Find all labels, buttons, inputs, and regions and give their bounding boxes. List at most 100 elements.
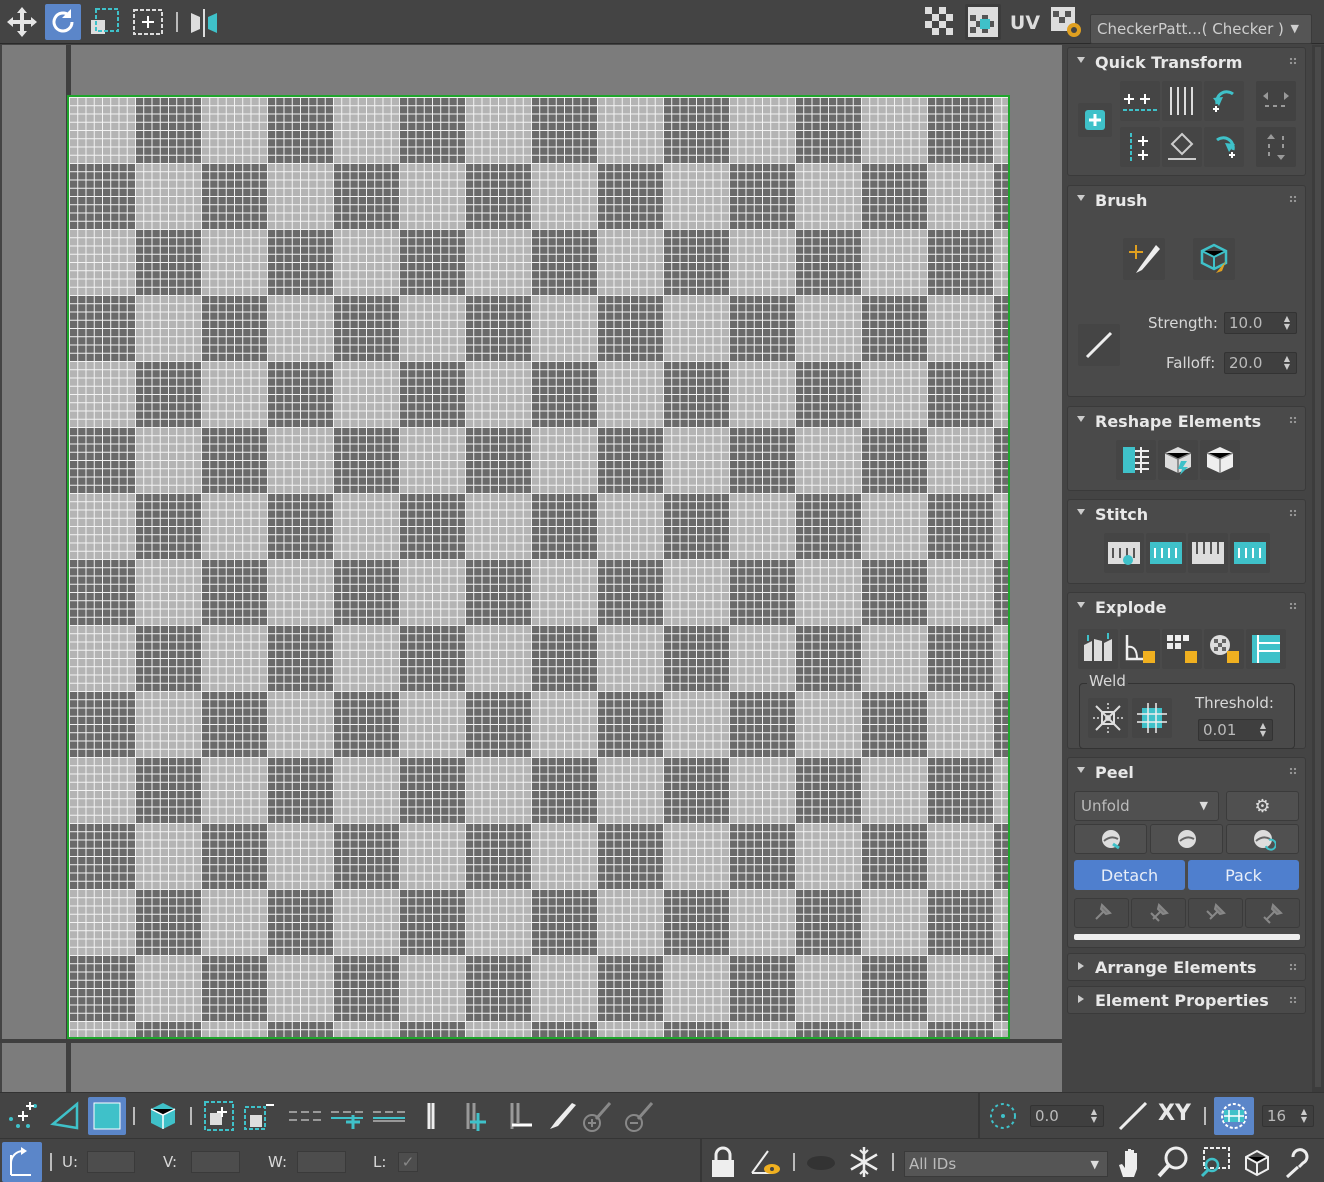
rollout-header[interactable]: Explode (1068, 593, 1305, 623)
rotation-snap-icon[interactable] (984, 1097, 1022, 1135)
zoom-icon[interactable] (1154, 1142, 1192, 1182)
rollout-header[interactable]: Element Properties (1068, 987, 1305, 1017)
spinner-arrows-icon[interactable]: ▲ ▼ (1091, 1108, 1097, 1124)
show-hidden-icon[interactable] (746, 1142, 784, 1182)
stitch-to-source-icon[interactable] (1230, 533, 1270, 573)
split-by-angle-icon[interactable] (1120, 629, 1160, 669)
unfold-shape-icon[interactable] (1200, 440, 1240, 480)
falloff-spinner[interactable]: 20.0 ▲ ▼ (1224, 352, 1297, 374)
u-coordinate-field[interactable] (87, 1151, 135, 1173)
relax-icon[interactable] (1158, 440, 1198, 480)
grow-selection-icon[interactable] (200, 1097, 238, 1135)
shrink-ring-icon[interactable] (500, 1097, 538, 1135)
rollout-header[interactable]: Brush (1068, 186, 1305, 216)
threshold-spinner[interactable]: 0.01 ▲ ▼ (1198, 719, 1273, 741)
space-evenly-icon[interactable] (1162, 127, 1202, 167)
element-mode-icon[interactable] (144, 1097, 182, 1135)
relax-brush-icon[interactable] (1193, 238, 1235, 280)
edge-loop-icon[interactable] (286, 1097, 324, 1135)
flatten-by-smoothing-icon[interactable] (1246, 629, 1286, 669)
pack-button[interactable]: Pack (1188, 860, 1299, 890)
grid-snap-icon[interactable] (1214, 1097, 1254, 1135)
drag-grip-icon[interactable] (1289, 195, 1297, 203)
map-settings-icon[interactable] (1048, 4, 1084, 40)
align-horizontal-icon[interactable] (1120, 81, 1160, 121)
rotate-ccw-icon[interactable] (1204, 81, 1244, 121)
stitch-to-target-icon[interactable] (1146, 533, 1186, 573)
face-mode-icon[interactable] (88, 1097, 126, 1135)
drag-grip-icon[interactable] (1289, 602, 1297, 610)
lock-icon[interactable] (704, 1142, 742, 1182)
peel-mode-button[interactable] (1150, 824, 1223, 854)
weld-all-icon[interactable] (1132, 698, 1172, 738)
align-vertical-icon[interactable] (1162, 81, 1202, 121)
mirror-tool-icon[interactable] (186, 4, 222, 40)
rollout-element-properties[interactable]: Element Properties (1067, 986, 1306, 1014)
w-coordinate-field[interactable] (297, 1151, 346, 1173)
rollout-header[interactable]: Peel (1068, 758, 1305, 788)
uv-toggle-button[interactable]: UV (1008, 8, 1042, 38)
peel-settings-button[interactable]: ⚙ (1226, 791, 1299, 821)
peel-method-dropdown[interactable]: Unfold ▼ (1074, 791, 1219, 821)
flip-horizontal-icon[interactable] (1256, 81, 1296, 121)
grid-spinner[interactable]: 16 ▲ ▼ (1262, 1105, 1314, 1127)
unpin-button[interactable] (1131, 898, 1186, 928)
rotate-tool-icon[interactable] (45, 4, 81, 40)
hide-icon[interactable] (802, 1142, 840, 1182)
rollout-header[interactable]: Stitch (1068, 500, 1305, 530)
quick-peel-button[interactable] (1074, 824, 1147, 854)
spinner-arrows-icon[interactable]: ▲ ▼ (1301, 1108, 1307, 1124)
absolute-mode-icon[interactable] (1114, 1097, 1152, 1135)
shrink-selection-icon[interactable] (240, 1097, 278, 1135)
rotate-cw-icon[interactable] (1204, 127, 1244, 167)
v-coordinate-field[interactable] (191, 1151, 240, 1173)
align-to-edge-icon[interactable] (1120, 127, 1160, 167)
drag-grip-icon[interactable] (1289, 57, 1297, 65)
split-by-material-icon[interactable] (1204, 629, 1244, 669)
drag-grip-icon[interactable] (1289, 416, 1297, 424)
zoom-region-icon[interactable] (1196, 1142, 1234, 1182)
drag-grip-icon[interactable] (1289, 509, 1297, 517)
map-dropdown[interactable]: CheckerPatt...( Checker ) ▼ (1090, 14, 1312, 44)
edge-ring-icon[interactable] (412, 1097, 450, 1135)
spinner-arrows-icon[interactable]: ▲ ▼ (1284, 315, 1290, 331)
strength-spinner[interactable]: 10.0 ▲ ▼ (1224, 312, 1297, 334)
uv-checker-map[interactable] (67, 95, 1010, 1039)
grow-ring-icon[interactable] (456, 1097, 494, 1135)
edge-mode-icon[interactable] (46, 1097, 84, 1135)
falloff-curve-icon[interactable] (1078, 324, 1120, 366)
move-tool-icon[interactable] (4, 4, 40, 40)
grow-loop-icon[interactable] (328, 1097, 366, 1135)
stitch-custom-icon[interactable] (1104, 533, 1144, 573)
pan-hand-icon[interactable] (1112, 1142, 1150, 1182)
rollout-header[interactable]: Quick Transform (1068, 48, 1305, 78)
flip-vertical-icon[interactable] (1256, 127, 1296, 167)
transform-gizmo-icon[interactable] (2, 1142, 42, 1182)
xy-axis-toggle[interactable]: XY (1158, 1101, 1191, 1126)
rollout-header[interactable]: Reshape Elements (1068, 407, 1305, 437)
scrollbar-thumb[interactable] (1315, 47, 1321, 1087)
detach-button[interactable]: Detach (1074, 860, 1185, 890)
drag-grip-icon[interactable] (1289, 996, 1297, 1004)
paint-select-add-icon[interactable] (578, 1097, 616, 1135)
scale-tool-icon[interactable] (87, 4, 123, 40)
rollout-arrange-elements[interactable]: Arrange Elements (1067, 953, 1306, 981)
rollout-header[interactable]: Arrange Elements (1068, 954, 1305, 984)
split-by-polygroups-icon[interactable] (1162, 629, 1202, 669)
l-lock-checkbox[interactable]: ✓ (398, 1152, 418, 1172)
zoom-extents-icon[interactable] (1238, 1142, 1276, 1182)
shrink-loop-icon[interactable] (370, 1097, 408, 1135)
checker-toggle-icon[interactable] (922, 4, 958, 40)
freeform-tool-icon[interactable] (130, 4, 166, 40)
pin-edges-button[interactable] (1245, 898, 1300, 928)
drag-grip-icon[interactable] (1289, 767, 1297, 775)
break-icon[interactable] (1078, 629, 1118, 669)
vertex-mode-icon[interactable] (4, 1097, 42, 1135)
help-icon[interactable] (1280, 1142, 1320, 1182)
weld-selected-icon[interactable] (1088, 698, 1128, 738)
stitch-average-icon[interactable] (1188, 533, 1228, 573)
straighten-icon[interactable] (1116, 440, 1156, 480)
panel-scrollbar[interactable] (1312, 45, 1324, 1092)
angle-spinner[interactable]: 0.0 ▲ ▼ (1030, 1105, 1104, 1127)
freeze-icon[interactable] (844, 1142, 884, 1182)
